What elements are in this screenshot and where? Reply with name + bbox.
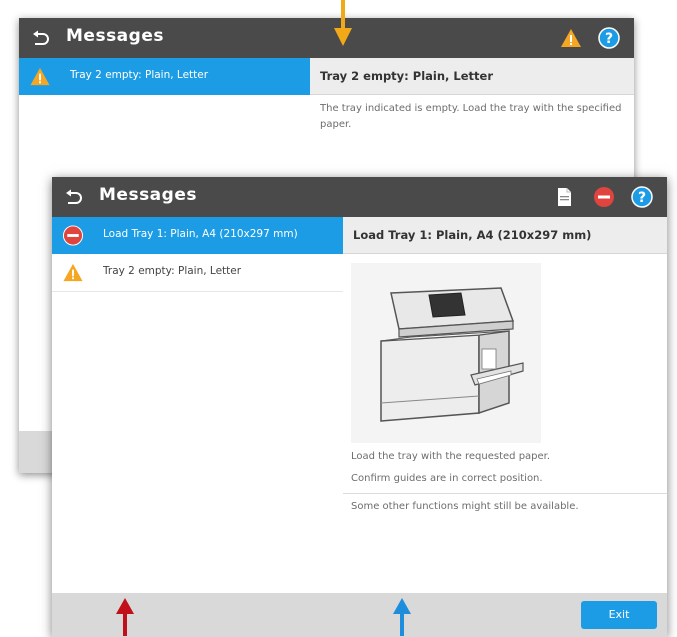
detail-line-1: Load the tray with the requested paper. <box>351 451 551 462</box>
printer-illustration <box>351 263 541 443</box>
front-title-bar: Messages ? <box>52 177 667 217</box>
back-detail-heading: Tray 2 empty: Plain, Letter <box>310 58 634 95</box>
list-item-label: Tray 2 empty: Plain, Letter <box>103 265 242 277</box>
front-message-list: Load Tray 1: Plain, A4 (210x297 mm) Tray… <box>52 217 344 637</box>
red-arrow-icon <box>116 598 134 636</box>
list-item-label: Tray 2 empty: Plain, Letter <box>70 69 209 81</box>
list-item[interactable]: Tray 2 empty: Plain, Letter <box>19 58 310 95</box>
warning-icon <box>30 67 50 86</box>
detail-line-2: Confirm guides are in correct position. <box>351 473 543 484</box>
svg-text:?: ? <box>638 190 646 206</box>
front-detail-heading: Load Tray 1: Plain, A4 (210x297 mm) <box>343 217 667 254</box>
detail-divider <box>343 493 667 494</box>
back-page-title: Messages <box>66 26 164 46</box>
error-icon[interactable] <box>593 186 615 208</box>
front-messages-screen: Messages ? Load Tray 1: Plain, A4 (210x2… <box>52 177 667 637</box>
document-icon[interactable] <box>553 186 575 208</box>
blue-arrow-icon <box>393 598 411 636</box>
front-detail-pane: Load Tray 1: Plain, A4 (210x297 mm) Load… <box>343 217 667 637</box>
help-icon[interactable]: ? <box>598 27 620 49</box>
warning-icon[interactable] <box>560 27 582 49</box>
orange-arrow-icon <box>334 0 352 46</box>
exit-button[interactable]: Exit <box>581 601 657 629</box>
front-footer-bar: Exit <box>52 593 667 637</box>
error-icon <box>62 225 84 246</box>
back-detail-text: The tray indicated is empty. Load the tr… <box>320 103 622 130</box>
back-arrow-icon[interactable] <box>62 186 84 208</box>
svg-text:?: ? <box>605 31 613 47</box>
back-arrow-icon[interactable] <box>29 27 51 49</box>
detail-note: Some other functions might still be avai… <box>351 501 579 512</box>
list-item-label: Load Tray 1: Plain, A4 (210x297 mm) <box>103 228 298 240</box>
list-item[interactable]: Tray 2 empty: Plain, Letter <box>52 254 343 292</box>
front-page-title: Messages <box>99 185 197 205</box>
list-item[interactable]: Load Tray 1: Plain, A4 (210x297 mm) <box>52 217 343 254</box>
warning-icon <box>63 263 83 282</box>
back-title-bar: Messages ? <box>19 18 634 58</box>
help-icon[interactable]: ? <box>631 186 653 208</box>
